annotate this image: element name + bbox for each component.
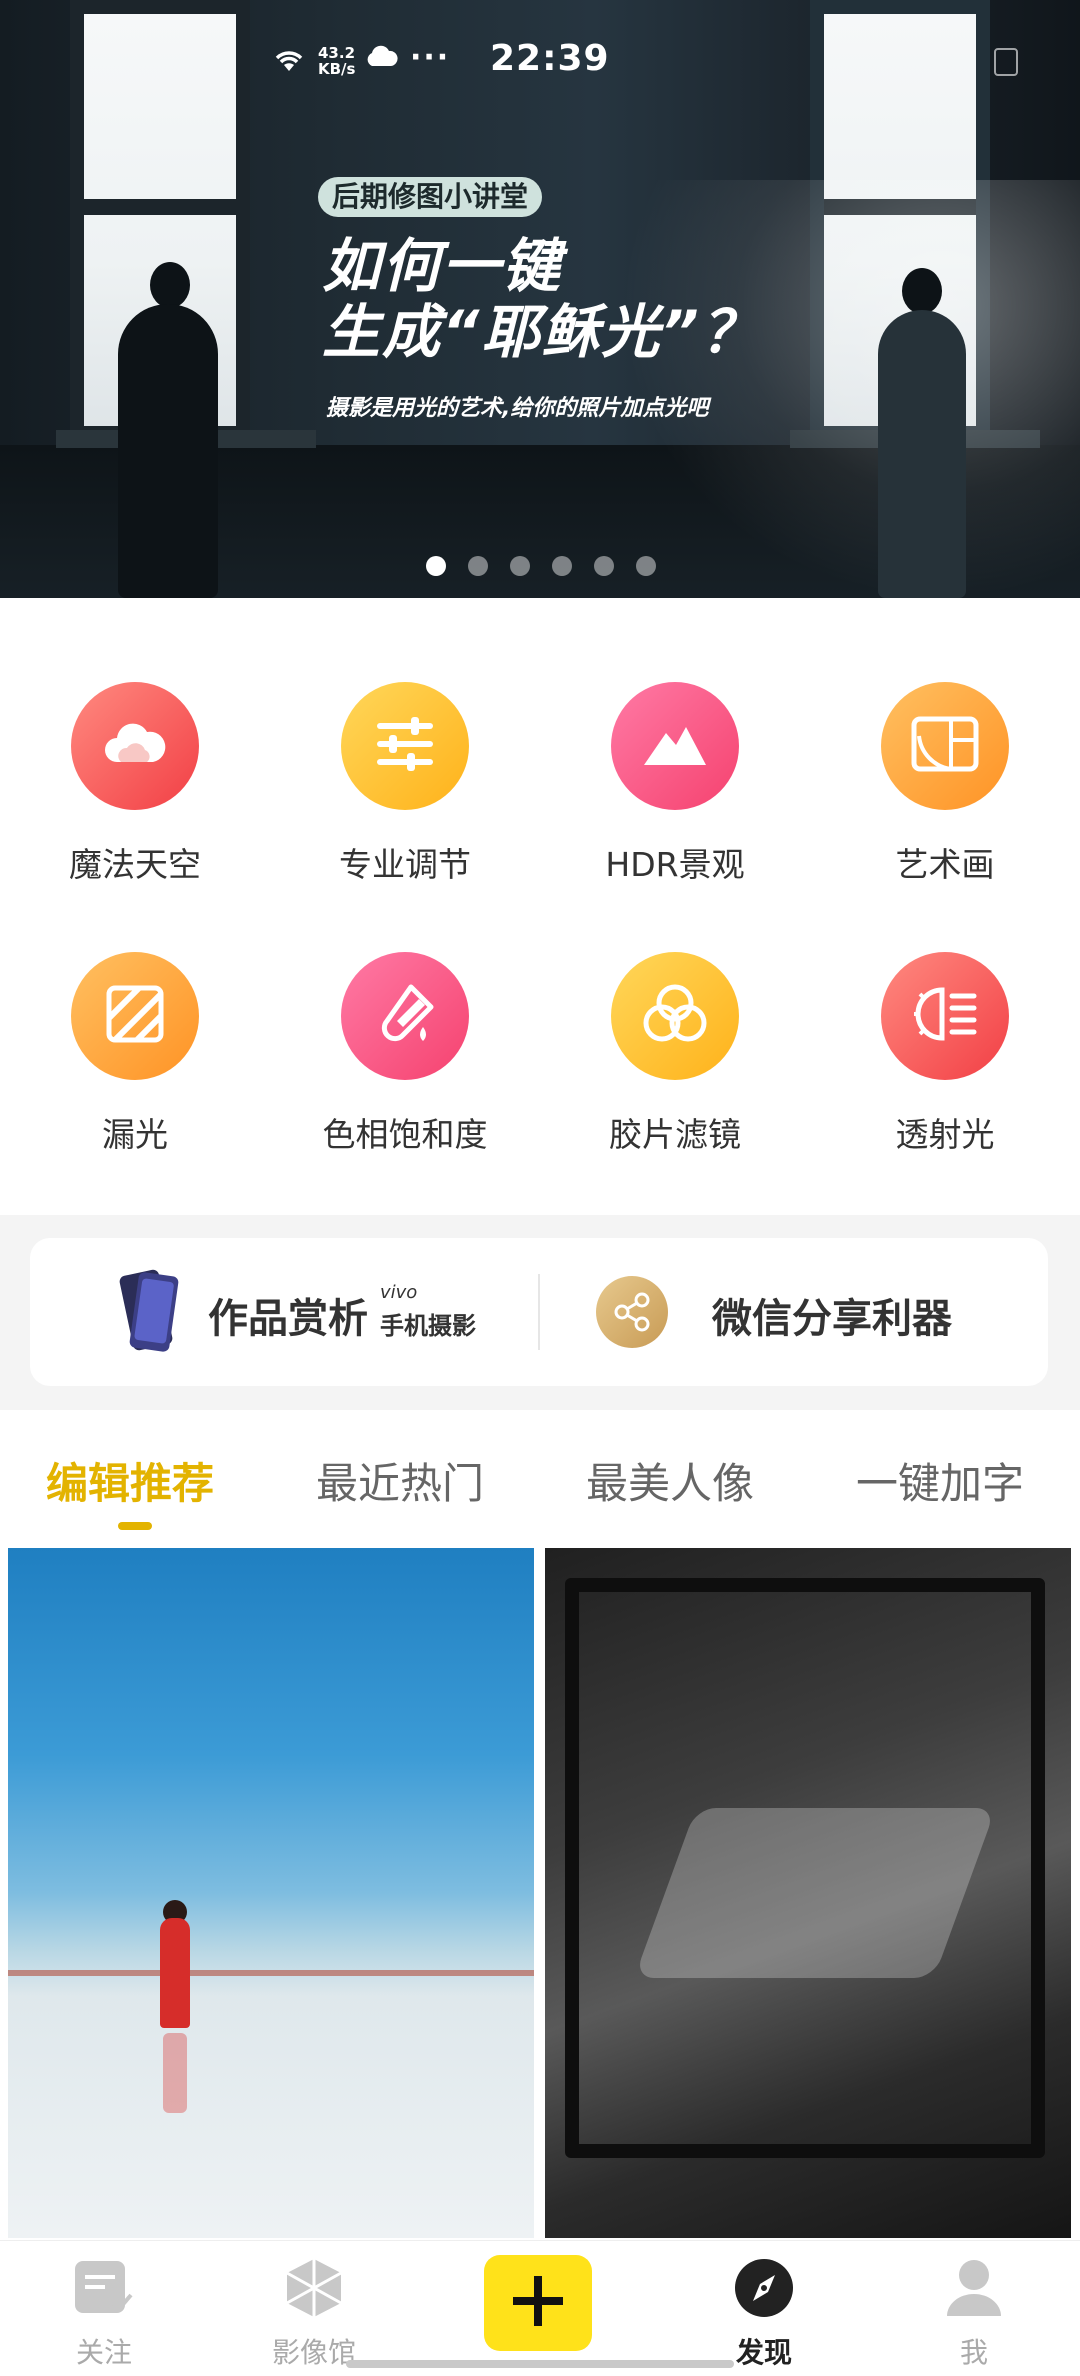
bottom-nav: 关注 影像馆 发现 我 bbox=[0, 2240, 1080, 2376]
silhouette-right bbox=[878, 310, 966, 598]
sliders-icon bbox=[375, 717, 435, 775]
nav-follow[interactable]: 关注 bbox=[24, 2253, 184, 2371]
cloud-icon bbox=[364, 44, 398, 66]
silhouette-left bbox=[118, 304, 218, 598]
works-appreciation-entry[interactable]: 作品赏析 vivo 手机摄影 bbox=[30, 1238, 538, 1386]
photo-card[interactable] bbox=[8, 1548, 534, 2238]
discover-screen: 43.2 KB/s ··· 22:39 后期修图小讲堂 如何一键 生成“耶稣光”？… bbox=[0, 0, 1080, 2376]
cloud-icon bbox=[103, 720, 167, 772]
film-filter-icon bbox=[642, 983, 708, 1049]
carousel-dots bbox=[426, 556, 656, 576]
carousel-dot[interactable] bbox=[594, 556, 614, 576]
nav-label: 关注 bbox=[75, 2336, 132, 2369]
carousel-dot[interactable] bbox=[636, 556, 656, 576]
share-icon bbox=[596, 1276, 668, 1348]
gallery-icon bbox=[234, 2253, 394, 2323]
category-tabs: 编辑推荐 最近热门 最美人像 一键加字 bbox=[0, 1410, 1080, 1540]
wechat-share-label: 微信分享利器 bbox=[712, 1296, 952, 1342]
create-button[interactable] bbox=[484, 2255, 592, 2351]
battery-icon bbox=[994, 48, 1018, 76]
carousel-dot[interactable] bbox=[468, 556, 488, 576]
pro-adjust-button[interactable] bbox=[341, 682, 469, 810]
golden-ratio-icon bbox=[911, 716, 979, 776]
home-indicator[interactable] bbox=[346, 2360, 734, 2368]
tool-art-painting[interactable]: 艺术画 bbox=[810, 682, 1080, 886]
tool-label: 艺术画 bbox=[895, 845, 995, 884]
status-bar: 43.2 KB/s ··· 22:39 bbox=[0, 38, 1080, 90]
nav-discover[interactable]: 发现 bbox=[684, 2253, 844, 2371]
photo-card[interactable] bbox=[545, 1548, 1071, 2238]
carousel-dot[interactable] bbox=[552, 556, 572, 576]
tool-label: HDR景观 bbox=[605, 845, 745, 884]
net-speed: 43.2 KB/s bbox=[318, 45, 355, 77]
silhouette-head-left bbox=[150, 262, 190, 308]
tab-best-portrait[interactable]: 最美人像 bbox=[586, 1450, 754, 1511]
banner-title-line2: 生成“耶稣光”？ bbox=[322, 298, 761, 366]
tool-hdr-landscape[interactable]: HDR景观 bbox=[540, 682, 810, 886]
tool-label: 透射光 bbox=[895, 1115, 995, 1154]
net-speed-unit: KB/s bbox=[318, 60, 356, 78]
brand-logo: vivo bbox=[380, 1282, 418, 1303]
promo-card: 作品赏析 vivo 手机摄影 微信分享利器 bbox=[30, 1238, 1048, 1386]
tool-label: 专业调节 bbox=[339, 845, 471, 884]
phone-icon bbox=[116, 1268, 182, 1352]
light-leak-icon bbox=[105, 984, 165, 1048]
banner-title-line1: 如何一键 bbox=[322, 232, 563, 300]
light-leak-button[interactable] bbox=[71, 952, 199, 1080]
carousel-dot[interactable] bbox=[426, 556, 446, 576]
tool-transmitted-light[interactable]: 透射光 bbox=[810, 952, 1080, 1156]
nav-gallery[interactable]: 影像馆 bbox=[234, 2253, 394, 2371]
nav-me[interactable]: 我 bbox=[894, 2253, 1054, 2371]
nav-label: 我 bbox=[959, 2336, 988, 2369]
transmitted-light-icon bbox=[912, 984, 978, 1048]
tool-magic-sky[interactable]: 魔法天空 bbox=[0, 682, 270, 886]
tab-indicator bbox=[118, 1522, 152, 1530]
photo-feed bbox=[0, 1540, 1080, 2240]
more-indicator: ··· bbox=[410, 40, 451, 75]
tab-recent-hot[interactable]: 最近热门 bbox=[316, 1450, 484, 1511]
photo-subject bbox=[160, 1918, 190, 2028]
brand-subtitle: 手机摄影 bbox=[380, 1312, 476, 1340]
tools-grid: 魔法天空 专业调节 HDR景观 艺术画 漏光 色相饱和度 胶片滤镜 透射光 bbox=[0, 600, 1080, 1215]
carousel-dot[interactable] bbox=[510, 556, 530, 576]
silhouette-head-right bbox=[902, 268, 942, 314]
tool-label: 魔法天空 bbox=[69, 845, 201, 884]
wifi-icon bbox=[272, 46, 306, 81]
test-tube-icon bbox=[375, 983, 435, 1049]
works-appreciation-label: 作品赏析 bbox=[208, 1296, 368, 1342]
tool-pro-adjust[interactable]: 专业调节 bbox=[270, 682, 540, 886]
wechat-share-entry[interactable]: 微信分享利器 bbox=[540, 1238, 1048, 1386]
photo-reflection bbox=[163, 2033, 187, 2113]
tool-label: 色相饱和度 bbox=[322, 1115, 488, 1154]
tool-label: 胶片滤镜 bbox=[609, 1115, 741, 1154]
film-filter-button[interactable] bbox=[611, 952, 739, 1080]
hue-saturation-button[interactable] bbox=[341, 952, 469, 1080]
banner-tag: 后期修图小讲堂 bbox=[318, 177, 543, 217]
tab-editor-picks[interactable]: 编辑推荐 bbox=[46, 1450, 214, 1511]
banner-title: 如何一键 生成“耶稣光”？ bbox=[322, 233, 761, 365]
banner-carousel[interactable]: 43.2 KB/s ··· 22:39 后期修图小讲堂 如何一键 生成“耶稣光”？… bbox=[0, 0, 1080, 598]
hdr-landscape-button[interactable] bbox=[611, 682, 739, 810]
mountain-icon bbox=[642, 721, 708, 771]
banner-subtitle: 摄影是用光的艺术,给你的照片加点光吧 bbox=[326, 396, 709, 421]
plus-icon bbox=[511, 2274, 565, 2332]
tool-film-filter[interactable]: 胶片滤镜 bbox=[540, 952, 810, 1156]
tool-light-leak[interactable]: 漏光 bbox=[0, 952, 270, 1156]
follow-icon bbox=[24, 2253, 184, 2323]
user-icon bbox=[894, 2253, 1054, 2323]
transmitted-light-button[interactable] bbox=[881, 952, 1009, 1080]
tab-add-text[interactable]: 一键加字 bbox=[856, 1450, 1024, 1511]
tool-hue-saturation[interactable]: 色相饱和度 bbox=[270, 952, 540, 1156]
tool-label: 漏光 bbox=[102, 1115, 168, 1154]
clock: 22:39 bbox=[490, 38, 610, 79]
art-painting-button[interactable] bbox=[881, 682, 1009, 810]
compass-icon bbox=[684, 2253, 844, 2323]
photo-horizon bbox=[8, 1970, 534, 1976]
magic-sky-button[interactable] bbox=[71, 682, 199, 810]
photo-reflection-shape bbox=[634, 1808, 996, 1978]
